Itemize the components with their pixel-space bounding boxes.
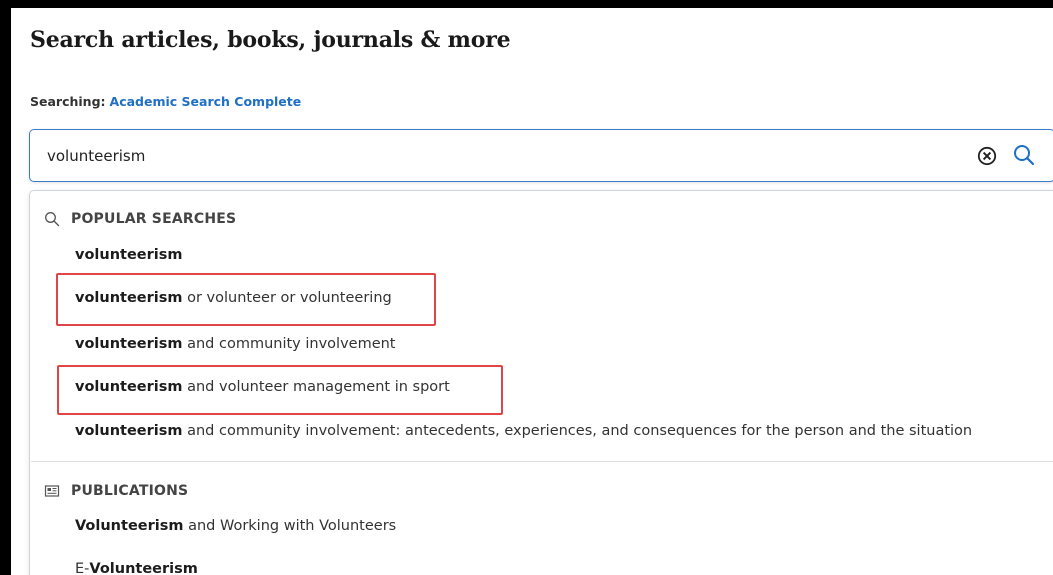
suggestion-bold: volunteerism (75, 379, 183, 395)
publications-header: PUBLICATIONS (44, 483, 188, 499)
suggestion-item[interactable]: volunteerism and community involvement: … (75, 423, 972, 439)
suggestion-rest: and community involvement: antecedents, … (182, 423, 973, 439)
search-icon (44, 211, 60, 227)
popular-searches-label: POPULAR SEARCHES (71, 211, 237, 227)
publication-bold: Volunteerism (89, 561, 198, 575)
search-box (29, 129, 1053, 182)
page: Search articles, books, journals & more … (11, 8, 1053, 575)
suggestions-dropdown: POPULAR SEARCHES volunteerism volunteeri… (29, 190, 1053, 575)
suggestion-bold: volunteerism (75, 247, 183, 263)
suggestion-rest: and community involvement (182, 336, 396, 352)
suggestion-rest: and volunteer management in sport (182, 379, 450, 395)
suggestion-bold: volunteerism (75, 423, 183, 439)
publication-rest: and Working with Volunteers (183, 518, 397, 534)
searching-indicator: Searching: Academic Search Complete (30, 94, 301, 109)
publication-item[interactable]: Volunteerism and Working with Volunteers (75, 518, 396, 534)
suggestion-item[interactable]: volunteerism and community involvement (75, 336, 396, 352)
publication-prefix: E- (75, 561, 90, 575)
suggestion-bold: volunteerism (75, 336, 183, 352)
publication-item[interactable]: E-Volunteerism (75, 561, 198, 575)
section-divider (31, 461, 1053, 462)
suggestion-item[interactable]: volunteerism or volunteer or volunteerin… (75, 290, 392, 306)
popular-searches-header: POPULAR SEARCHES (44, 211, 236, 227)
suggestion-bold: volunteerism (75, 290, 183, 306)
search-input[interactable] (47, 144, 947, 168)
suggestion-rest: or volunteer or volunteering (182, 290, 392, 306)
publications-label: PUBLICATIONS (71, 483, 189, 499)
searching-label: Searching: (30, 94, 106, 109)
suggestion-item[interactable]: volunteerism (75, 247, 183, 263)
suggestion-item[interactable]: volunteerism and volunteer management in… (75, 379, 450, 395)
page-title: Search articles, books, journals & more (30, 27, 511, 53)
clear-circle-icon[interactable] (976, 145, 998, 167)
database-link[interactable]: Academic Search Complete (110, 94, 302, 109)
newspaper-icon (44, 483, 60, 499)
publication-bold: Volunteerism (75, 518, 184, 534)
search-icon[interactable] (1012, 143, 1036, 167)
